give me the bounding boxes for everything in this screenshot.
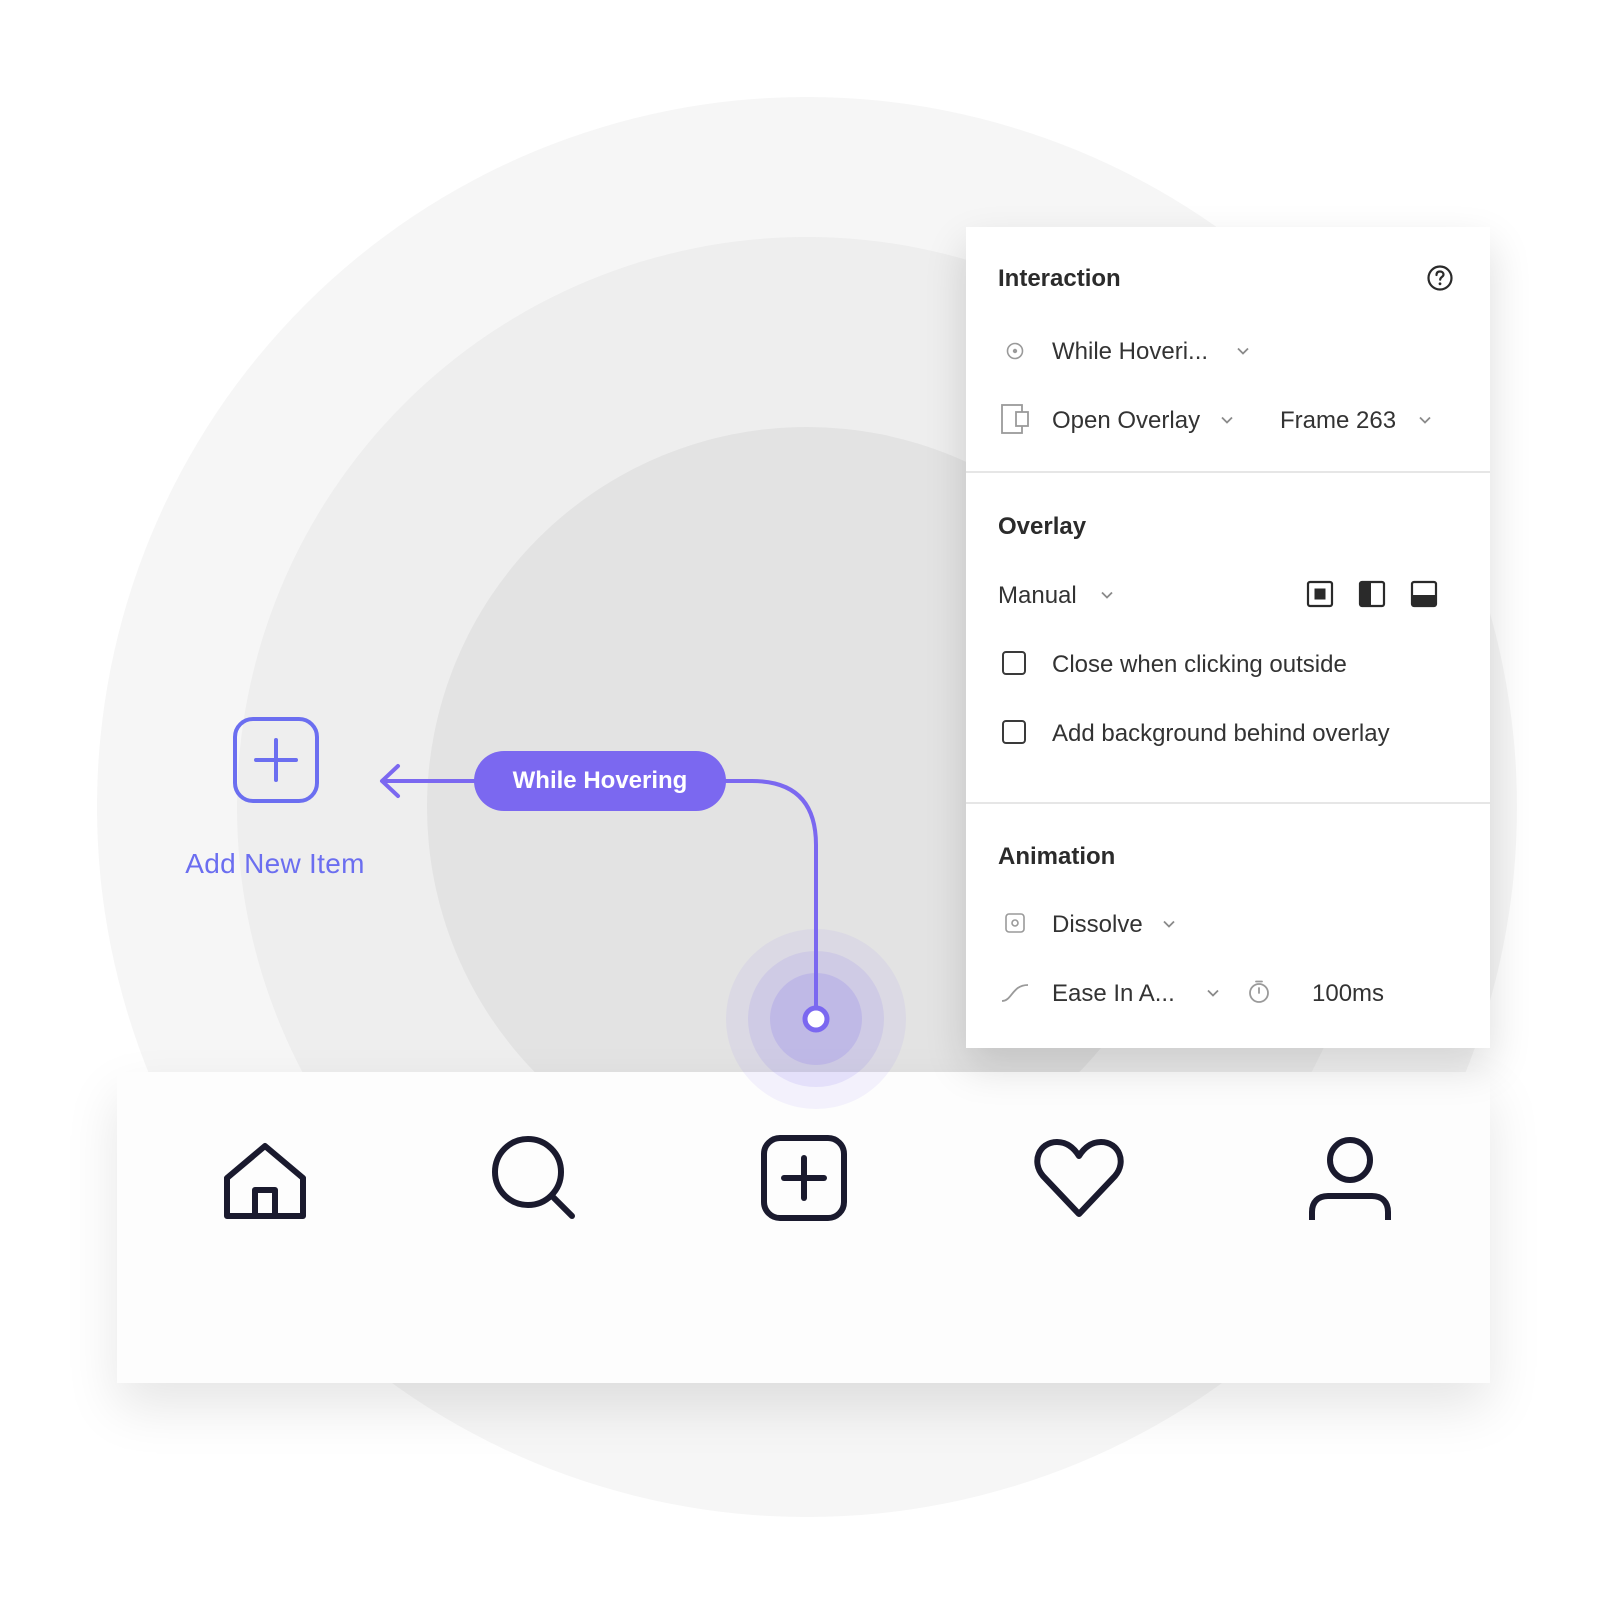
animation-type-value: Dissolve	[1052, 911, 1143, 938]
add-item-label: Add New Item	[185, 848, 365, 879]
action-row: Open Overlay Frame 263	[966, 399, 1490, 439]
overlay-position-value[interactable]: Manual	[998, 582, 1077, 610]
action-value[interactable]: Open Overlay	[1052, 407, 1200, 435]
add-square-icon	[761, 1135, 847, 1221]
add-item-icon[interactable]	[232, 716, 320, 804]
chevron-down-icon	[1163, 920, 1175, 928]
overlay-title: Overlay	[998, 513, 1087, 540]
divider	[966, 471, 1490, 473]
align-left-icon[interactable]	[1358, 580, 1386, 608]
home-icon	[224, 1143, 306, 1219]
heart-icon	[1034, 1139, 1124, 1217]
chevron-down-icon[interactable]	[1206, 986, 1220, 1000]
trigger-value: While Hoveri...	[1052, 338, 1209, 365]
bottom-tab-bar	[117, 1072, 1490, 1383]
trigger-pill[interactable]: While Hovering	[474, 751, 726, 811]
close-outside-checkbox[interactable]	[1002, 651, 1026, 675]
background-checkbox[interactable]	[1002, 720, 1026, 744]
chevron-down-icon[interactable]	[1220, 413, 1234, 427]
align-bottom-icon[interactable]	[1410, 580, 1438, 608]
tab-profile[interactable]	[1300, 1128, 1400, 1228]
background-option[interactable]: Add background behind overlay	[966, 712, 1490, 752]
tab-add[interactable]	[754, 1128, 854, 1228]
tab-search[interactable]	[484, 1128, 584, 1228]
trigger-icon	[1006, 342, 1024, 360]
timer-icon	[1249, 980, 1269, 1003]
animation-title: Animation	[998, 843, 1116, 870]
user-icon	[1309, 1137, 1391, 1220]
interaction-title: Interaction	[998, 265, 1121, 292]
overlay-position-row: Manual	[966, 574, 1490, 614]
close-outside-label: Close when clicking outside	[1052, 651, 1347, 678]
easing-curve-icon	[1001, 984, 1029, 1002]
divider	[966, 802, 1490, 804]
help-icon[interactable]	[1426, 264, 1454, 292]
close-outside-option[interactable]: Close when clicking outside	[966, 643, 1490, 683]
prototype-panel: Interaction While Hoveri... Open Overlay…	[966, 227, 1490, 1048]
chevron-down-icon[interactable]	[1418, 413, 1432, 427]
tab-home[interactable]	[215, 1128, 315, 1228]
easing-row: Ease In A... 100ms	[966, 972, 1490, 1012]
tab-favorites[interactable]	[1029, 1128, 1129, 1228]
search-icon	[492, 1136, 575, 1219]
overlay-icon	[1001, 404, 1029, 434]
dissolve-icon	[1005, 913, 1025, 933]
duration-value[interactable]: 100ms	[1312, 980, 1384, 1008]
easing-value[interactable]: Ease In A...	[1052, 980, 1175, 1008]
chevron-down-icon[interactable]	[1100, 588, 1114, 602]
chevron-down-icon	[1237, 347, 1249, 355]
animation-type-select[interactable]: Dissolve	[966, 903, 1490, 943]
background-label: Add background behind overlay	[1052, 720, 1390, 747]
align-center-icon[interactable]	[1306, 580, 1334, 608]
destination-value[interactable]: Frame 263	[1280, 407, 1396, 435]
trigger-select[interactable]: While Hoveri...	[966, 330, 1490, 370]
